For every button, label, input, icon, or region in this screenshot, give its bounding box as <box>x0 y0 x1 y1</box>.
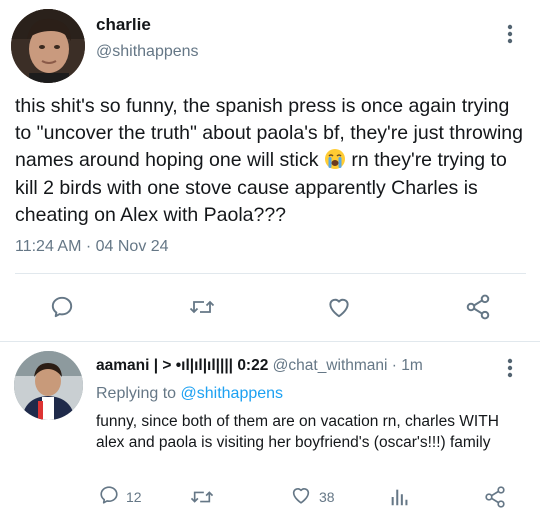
replying-to: Replying to @shithappens <box>96 385 283 403</box>
reply-button[interactable]: 12 <box>98 482 142 512</box>
main-tweet: charlie @shithappens this shit's so funn… <box>0 0 540 342</box>
like-icon[interactable] <box>322 290 356 324</box>
retweet-icon[interactable] <box>185 290 219 324</box>
more-options-icon[interactable] <box>502 22 518 46</box>
more-options-icon[interactable] <box>502 356 518 380</box>
handle[interactable]: @shithappens <box>96 43 199 61</box>
reply-time: · 1m <box>391 357 423 374</box>
reply-tweet[interactable]: aamani | > •ıl|ıl|ıl|||| 0:22 @chat_with… <box>0 342 540 521</box>
loudly-crying-face-icon <box>324 148 346 170</box>
divider <box>15 273 526 274</box>
reply-action-bar: 12 38 <box>0 482 540 512</box>
tweet-text: this shit's so funny, the spanish press … <box>15 93 530 229</box>
reply-icon[interactable] <box>45 290 79 324</box>
reply-count: 12 <box>126 489 142 505</box>
share-icon[interactable] <box>483 482 507 512</box>
display-name[interactable]: charlie <box>96 15 151 35</box>
retweet-icon[interactable] <box>189 482 215 512</box>
share-icon[interactable] <box>461 290 495 324</box>
timestamp[interactable]: 11:24 AM · 04 Nov 24 <box>15 238 169 256</box>
replying-to-link[interactable]: @shithappens <box>181 385 284 402</box>
replying-to-label: Replying to <box>96 385 181 402</box>
reply-display-name[interactable]: aamani | > •ıl|ıl|ıl|||| 0:22 <box>96 357 268 374</box>
reply-handle[interactable]: @chat_withmani <box>273 357 388 374</box>
avatar[interactable] <box>14 351 83 420</box>
reply-icon <box>98 484 120 511</box>
avatar[interactable] <box>11 9 85 83</box>
like-count: 38 <box>319 489 335 505</box>
action-bar <box>0 290 540 324</box>
like-button[interactable]: 38 <box>289 482 335 512</box>
reply-header: aamani | > •ıl|ıl|ıl|||| 0:22 @chat_with… <box>96 357 423 375</box>
like-icon <box>289 484 313 511</box>
analytics-icon[interactable] <box>388 482 410 512</box>
reply-text: funny, since both of them are on vacatio… <box>96 413 499 451</box>
